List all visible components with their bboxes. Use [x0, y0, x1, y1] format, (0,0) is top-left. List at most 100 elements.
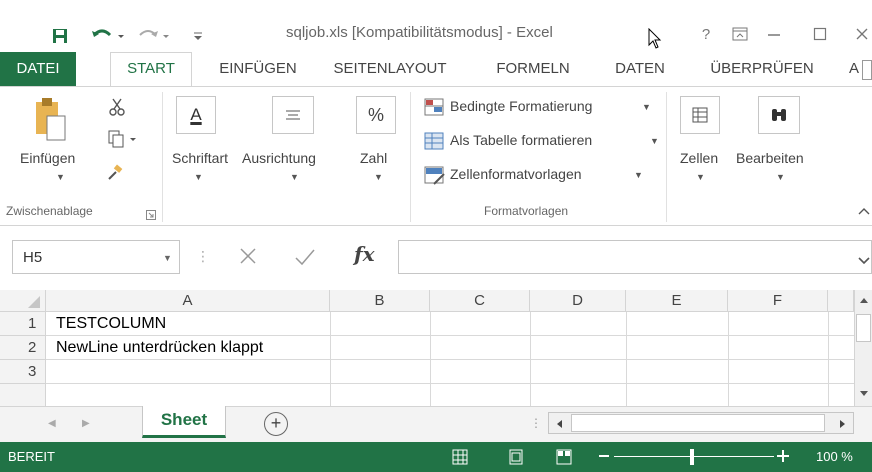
editing-dropdown-icon[interactable]: ▼ — [776, 172, 785, 182]
expand-formula-bar-icon[interactable] — [858, 254, 870, 269]
mouse-cursor-icon — [648, 28, 662, 50]
column-header-e[interactable]: E — [626, 290, 728, 312]
format-as-table-dropdown-icon[interactable]: ▼ — [650, 136, 659, 146]
tab-seitenlayout[interactable]: SEITENLAYOUT — [326, 54, 454, 84]
redo-icon[interactable] — [134, 26, 174, 46]
undo-icon[interactable] — [88, 26, 128, 46]
prev-sheet-icon[interactable]: ◀ — [48, 418, 56, 429]
cancel-entry-icon[interactable] — [238, 246, 258, 269]
next-sheet-icon[interactable]: ▶ — [82, 418, 90, 429]
zoom-slider[interactable] — [614, 456, 774, 457]
column-header-a[interactable]: A — [46, 290, 330, 312]
tab-overflow[interactable]: A — [846, 54, 862, 84]
name-box[interactable]: H5 ▼ — [12, 240, 180, 274]
customize-quick-access-icon[interactable] — [188, 26, 208, 46]
tab-ueberpruefen[interactable]: ÜBERPRÜFEN — [700, 54, 824, 84]
column-header-partial[interactable] — [828, 290, 854, 312]
format-painter-icon[interactable] — [106, 164, 124, 185]
name-box-dropdown-icon[interactable]: ▼ — [163, 253, 172, 263]
status-bar: BEREIT — [0, 442, 872, 472]
cells-icon[interactable] — [680, 96, 720, 134]
vertical-scrollbar[interactable] — [854, 290, 872, 406]
conditional-formatting-dropdown-icon[interactable]: ▼ — [642, 102, 651, 112]
confirm-entry-icon[interactable] — [294, 248, 316, 269]
save-icon[interactable] — [50, 26, 70, 46]
find-binoculars-icon[interactable] — [758, 96, 800, 134]
alignment-icon[interactable] — [272, 96, 314, 134]
clipboard-launcher-icon[interactable] — [146, 208, 156, 223]
page-layout-view-icon[interactable] — [508, 449, 524, 468]
gridline — [626, 312, 627, 406]
tab-scroll-button[interactable] — [862, 60, 872, 80]
alignment-dropdown-icon[interactable]: ▼ — [290, 172, 299, 182]
zoom-out-icon[interactable] — [598, 448, 610, 467]
sheet-tab-sheet[interactable]: Sheet — [142, 406, 226, 438]
paste-label[interactable]: Einfügen — [20, 150, 75, 166]
cell-styles-dropdown-icon[interactable]: ▼ — [634, 170, 643, 180]
number-label[interactable]: Zahl — [360, 150, 387, 166]
paste-icon[interactable] — [34, 96, 68, 149]
cell-a2[interactable]: NewLine unterdrücken klappt — [56, 339, 263, 357]
paste-dropdown-icon[interactable]: ▼ — [56, 172, 65, 182]
close-button[interactable] — [848, 22, 872, 46]
conditional-formatting-label[interactable]: Bedingte Formatierung — [450, 98, 592, 114]
copy-icon[interactable] — [108, 130, 138, 151]
help-button[interactable]: ? — [692, 22, 720, 46]
table-row — [46, 360, 854, 384]
horizontal-scroll-thumb[interactable] — [571, 414, 825, 432]
format-as-table-icon[interactable] — [424, 132, 446, 155]
tab-einfuegen[interactable]: EINFÜGEN — [208, 54, 308, 84]
alignment-label[interactable]: Ausrichtung — [242, 150, 316, 166]
gridline — [728, 312, 729, 406]
format-as-table-label[interactable]: Als Tabelle formatieren — [450, 132, 592, 148]
number-dropdown-icon[interactable]: ▼ — [374, 172, 383, 182]
cells-label[interactable]: Zellen — [680, 150, 718, 166]
gridline — [330, 312, 331, 406]
column-header-c[interactable]: C — [430, 290, 530, 312]
cut-icon[interactable] — [108, 98, 126, 119]
formula-input[interactable] — [398, 240, 872, 274]
normal-view-icon[interactable] — [452, 449, 468, 468]
styles-group-label: Formatvorlagen — [484, 204, 569, 218]
font-glyph: A — [190, 105, 202, 124]
row-header-4[interactable] — [0, 384, 46, 406]
zoom-in-icon[interactable] — [776, 448, 790, 467]
tab-datei[interactable]: DATEI — [0, 52, 76, 86]
column-header-f[interactable]: F — [728, 290, 828, 312]
font-icon[interactable]: A — [176, 96, 216, 134]
tab-formeln[interactable]: FORMELN — [488, 54, 578, 84]
ribbon-display-options-button[interactable] — [726, 22, 754, 46]
minimize-button[interactable] — [760, 22, 788, 46]
font-dropdown-icon[interactable]: ▼ — [194, 172, 203, 182]
horizontal-scrollbar[interactable] — [548, 412, 854, 434]
cell-styles-label[interactable]: Zellenformatvorlagen — [450, 166, 582, 182]
new-sheet-button[interactable]: + — [264, 412, 288, 436]
vertical-scroll-thumb[interactable] — [856, 314, 871, 342]
page-break-view-icon[interactable] — [556, 449, 572, 468]
conditional-formatting-icon[interactable] — [424, 98, 446, 121]
select-all-button[interactable] — [0, 290, 46, 312]
zoom-level[interactable]: 100 % — [816, 449, 853, 464]
cell-a1[interactable]: TESTCOLUMN — [56, 315, 166, 333]
font-label[interactable]: Schriftart — [172, 150, 228, 166]
number-icon[interactable]: % — [356, 96, 396, 134]
tab-split-grip-icon[interactable]: ⋮ — [530, 416, 542, 430]
table-row — [46, 312, 854, 336]
editing-label[interactable]: Bearbeiten — [736, 150, 804, 166]
column-header-d[interactable]: D — [530, 290, 626, 312]
column-header-b[interactable]: B — [330, 290, 430, 312]
tab-daten[interactable]: DATEN — [602, 54, 678, 84]
collapse-ribbon-icon[interactable] — [858, 204, 870, 219]
cell-styles-icon[interactable] — [424, 166, 446, 189]
gridline — [430, 312, 431, 406]
window-title: sqljob.xls [Kompatibilitätsmodus] - Exce… — [286, 24, 553, 41]
row-header-2[interactable]: 2 — [0, 336, 46, 360]
tab-start[interactable]: START — [110, 52, 192, 87]
cells-dropdown-icon[interactable]: ▼ — [696, 172, 705, 182]
zoom-slider-handle[interactable] — [690, 449, 694, 465]
row-header-3[interactable]: 3 — [0, 360, 46, 384]
row-header-1[interactable]: 1 — [0, 312, 46, 336]
insert-function-icon[interactable]: fx — [354, 242, 375, 266]
maximize-button[interactable] — [806, 22, 834, 46]
formula-bar-grip-icon: ⋮ — [196, 248, 210, 264]
